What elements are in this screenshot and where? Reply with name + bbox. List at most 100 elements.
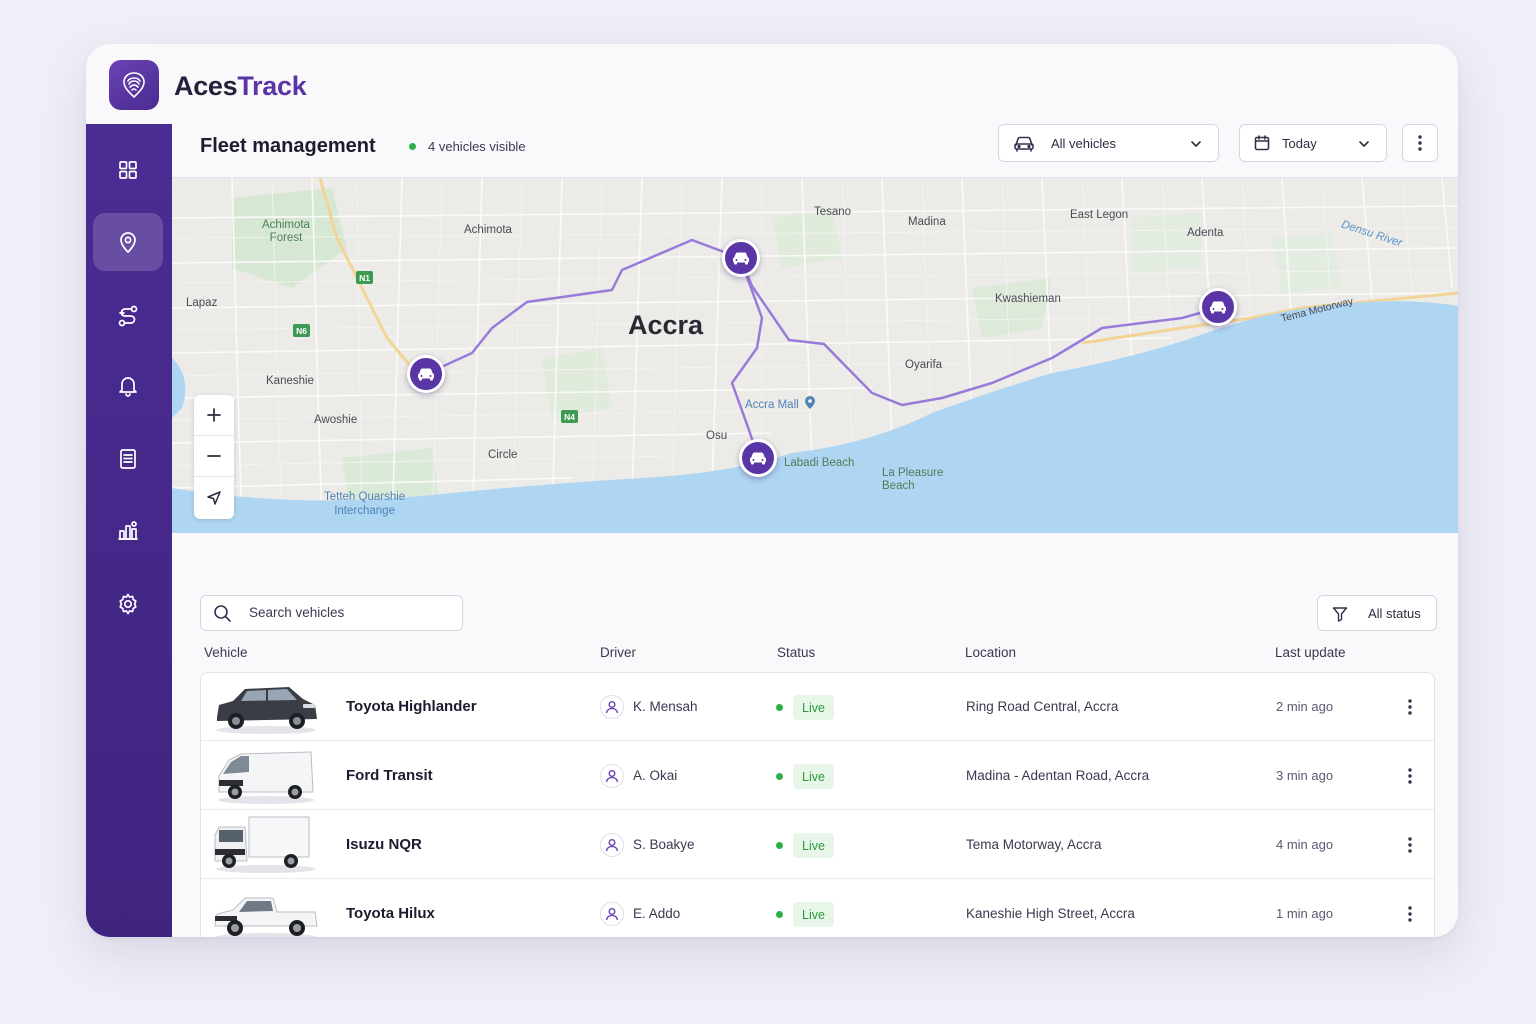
driver-avatar-icon xyxy=(600,764,624,788)
calendar-icon xyxy=(1254,135,1270,151)
bell-icon xyxy=(119,377,137,397)
plus-icon xyxy=(207,408,221,422)
driver-name: K. Mensah xyxy=(633,699,698,714)
driver-avatar-icon xyxy=(600,833,624,857)
sidebar-item-alerts[interactable] xyxy=(93,357,163,415)
page-title: Fleet management xyxy=(200,135,376,157)
sidebar-item-dashboard[interactable] xyxy=(93,141,163,199)
kebab-icon xyxy=(1408,768,1412,784)
map-label-east-legon: East Legon xyxy=(1070,209,1129,221)
locate-button[interactable] xyxy=(194,477,234,518)
vehicle-marker[interactable] xyxy=(407,355,445,393)
status-badge: Live xyxy=(793,902,834,927)
car-icon xyxy=(1210,301,1226,314)
navigation-arrow-icon xyxy=(207,490,221,505)
car-icon xyxy=(733,252,749,265)
grid-icon xyxy=(119,161,137,179)
map-label-adenta: Adenta xyxy=(1187,227,1224,239)
chevron-down-icon xyxy=(1359,141,1369,147)
analytics-icon xyxy=(118,521,138,540)
map-view[interactable]: Achimota Forest Achimota Tesano Madina Ea… xyxy=(172,177,1458,533)
map-label-tesano: Tesano xyxy=(814,206,852,218)
sidebar-item-reports[interactable] xyxy=(93,430,163,488)
row-actions-button[interactable] xyxy=(1398,695,1422,719)
visible-count: 4 vehicles visible xyxy=(409,139,526,154)
vehicle-thumbnail-suv xyxy=(216,687,317,734)
brand-logo-icon xyxy=(109,60,159,110)
table-row[interactable]: Toyota Hilux E. Addo Live Kaneshie High … xyxy=(201,880,1434,937)
map-label-accra-mall: Accra Mall xyxy=(745,396,816,411)
road-shield-n4: N4 xyxy=(561,410,578,423)
search-icon xyxy=(214,605,231,622)
gear-icon xyxy=(119,593,137,615)
driver-avatar-icon xyxy=(600,695,624,719)
status-dot xyxy=(776,704,783,711)
map-label-lapaz: Lapaz xyxy=(186,297,218,309)
column-header-status[interactable]: Status xyxy=(777,645,815,660)
map-label-circle: Circle xyxy=(488,449,518,461)
map-label-labadi-beach: Labadi Beach xyxy=(784,457,855,469)
map-label-awoshie: Awoshie xyxy=(314,414,358,426)
zoom-in-button[interactable] xyxy=(194,395,234,436)
sidebar xyxy=(86,124,172,937)
column-header-vehicle[interactable]: Vehicle xyxy=(204,645,248,660)
vehicle-name: Toyota Hilux xyxy=(346,905,435,922)
driver-avatar-icon xyxy=(600,902,624,926)
date-filter-select[interactable]: Today xyxy=(1239,124,1387,162)
status-badge: Live xyxy=(793,833,834,858)
table-row[interactable]: Toyota Highlander K. Mensah Live Ring Ro… xyxy=(201,673,1434,741)
main-content: Fleet management 4 vehicles visible All … xyxy=(172,124,1458,937)
app-window: AcesTrack Fleet management 4 vehicles vi… xyxy=(86,44,1458,937)
status-dot xyxy=(776,842,783,849)
vehicle-name: Ford Transit xyxy=(346,767,433,784)
car-icon xyxy=(1014,136,1034,152)
sidebar-item-analytics[interactable] xyxy=(93,502,163,560)
row-actions-button[interactable] xyxy=(1398,833,1422,857)
brand-bar: AcesTrack xyxy=(86,44,1458,124)
table-row[interactable]: Isuzu NQR S. Boakye Live Tema Motorway, … xyxy=(201,811,1434,879)
zoom-out-button[interactable] xyxy=(194,436,234,477)
map-zoom-controls xyxy=(194,395,234,519)
column-header-last-update[interactable]: Last update xyxy=(1275,645,1346,660)
road-shield-n6: N6 xyxy=(293,324,310,337)
sidebar-item-routes[interactable] xyxy=(93,287,163,345)
vehicle-thumbnail-truck xyxy=(214,816,316,873)
minus-icon xyxy=(207,455,221,457)
kebab-icon xyxy=(1418,135,1422,151)
driver-name: S. Boakye xyxy=(633,837,695,852)
more-options-button[interactable] xyxy=(1402,124,1438,162)
vehicle-location: Madina - Adentan Road, Accra xyxy=(966,768,1150,783)
row-actions-button[interactable] xyxy=(1398,902,1422,926)
last-update: 3 min ago xyxy=(1276,768,1334,783)
last-update: 2 min ago xyxy=(1276,699,1334,714)
vehicle-table: Toyota Highlander K. Mensah Live Ring Ro… xyxy=(200,672,1435,937)
search-input[interactable] xyxy=(249,605,449,620)
map-label-la-pleasure-beach: La Pleasure Beach xyxy=(882,467,944,492)
column-header-location[interactable]: Location xyxy=(965,645,1016,660)
table-row[interactable]: Ford Transit A. Okai Live Madina - Adent… xyxy=(201,742,1434,810)
map-base xyxy=(172,178,1458,533)
vehicle-filter-select[interactable]: All vehicles xyxy=(998,124,1219,162)
sidebar-item-settings[interactable] xyxy=(93,575,163,633)
last-update: 1 min ago xyxy=(1276,906,1334,921)
vehicle-thumbnail-van xyxy=(218,751,314,804)
map-label-kwashieman: Kwashieman xyxy=(995,293,1061,305)
map-label-kaneshie: Kaneshie xyxy=(266,375,314,387)
vehicle-name: Isuzu NQR xyxy=(346,836,422,853)
map-pin-icon xyxy=(120,232,136,253)
vehicle-marker[interactable] xyxy=(722,239,760,277)
vehicle-name: Toyota Highlander xyxy=(346,698,477,715)
car-icon xyxy=(418,368,434,381)
status-badge: Live xyxy=(793,695,834,720)
row-actions-button[interactable] xyxy=(1398,764,1422,788)
route-icon xyxy=(118,305,138,327)
map-label-tetteh-quarshie: Tetteh Quarshie Interchange xyxy=(324,491,406,517)
column-header-driver[interactable]: Driver xyxy=(600,645,636,660)
status-filter-button[interactable]: All status xyxy=(1317,595,1437,631)
document-icon xyxy=(120,449,136,469)
search-box xyxy=(200,595,463,631)
sidebar-item-map[interactable] xyxy=(93,213,163,271)
vehicle-marker[interactable] xyxy=(739,439,777,477)
vehicle-marker[interactable] xyxy=(1199,288,1237,326)
map-label-madina: Madina xyxy=(908,216,946,228)
